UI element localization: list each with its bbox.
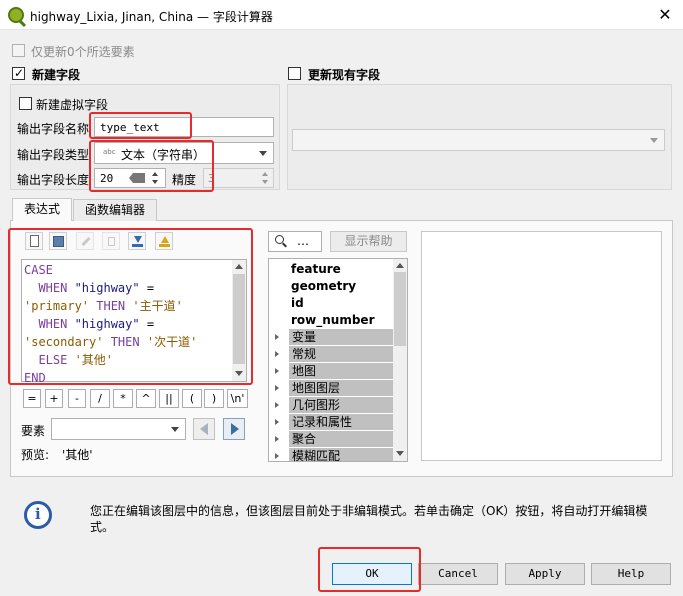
field-name-label: 输出字段名称 — [17, 122, 90, 136]
next-feature-button[interactable] — [223, 418, 245, 440]
function-search-input[interactable]: … — [268, 231, 322, 252]
virtual-field-label: 新建虚拟字段 — [36, 98, 109, 112]
op-close-paren-button[interactable]: ) — [204, 389, 224, 408]
highlight-ok — [318, 547, 421, 592]
update-existing-label: 更新现有字段 — [308, 68, 381, 82]
show-help-button: 显示帮助 — [330, 231, 407, 252]
op-minus-button[interactable]: - — [68, 389, 86, 408]
create-field-checkbox[interactable] — [12, 67, 25, 80]
op-divide-button[interactable]: / — [90, 389, 110, 408]
tree-group-item[interactable]: 地图 — [269, 363, 393, 380]
function-tree[interactable]: feature geometry id row_number 变量 常规 地图 地图图层 几何图… — [268, 258, 408, 462]
chevron-right-icon — [275, 402, 279, 408]
tree-group-label: 模糊匹配 — [289, 448, 393, 461]
apply-button[interactable]: Apply — [505, 563, 585, 585]
highlight-expression — [8, 228, 253, 385]
tree-group-label: 地图图层 — [289, 380, 393, 396]
tree-group-label: 变量 — [289, 329, 393, 345]
tree-group-item[interactable]: 聚合 — [269, 431, 393, 448]
cancel-button[interactable]: Cancel — [418, 563, 498, 585]
close-button[interactable]: ✕ — [648, 3, 682, 27]
spin-down-icon — [262, 180, 268, 184]
function-list[interactable]: feature geometry id row_number 变量 常规 地图 地图图层 几何图… — [269, 259, 393, 461]
chevron-down-icon — [171, 427, 179, 432]
preview-value: '其他' — [62, 448, 93, 462]
chevron-right-icon — [275, 368, 279, 374]
field-type-label: 输出字段类型 — [17, 148, 90, 162]
chevron-right-icon — [275, 419, 279, 425]
tree-field-item[interactable]: id — [269, 295, 393, 312]
chevron-right-icon — [275, 385, 279, 391]
op-multiply-button[interactable]: * — [113, 389, 133, 408]
tree-group-item[interactable]: 变量 — [269, 329, 393, 346]
op-concat-button[interactable]: || — [159, 389, 179, 408]
help-panel — [421, 231, 662, 461]
chevron-right-icon — [275, 334, 279, 340]
spin-up-icon — [262, 172, 268, 176]
op-power-button[interactable]: ^ — [136, 389, 156, 408]
tab-expression[interactable]: 表达式 — [12, 198, 72, 221]
chevron-down-icon — [650, 138, 658, 143]
existing-field-select[interactable] — [292, 129, 665, 151]
qgis-logo-icon — [8, 7, 24, 23]
virtual-field-checkbox[interactable] — [19, 97, 32, 110]
op-newline-button[interactable]: \n' — [227, 389, 248, 408]
chevron-right-icon — [275, 453, 279, 459]
tree-group-label: 地图 — [289, 363, 393, 379]
help-button[interactable]: Help — [591, 563, 671, 585]
tree-group-item[interactable]: 几何图形 — [269, 397, 393, 414]
info-message: 您正在编辑该图层中的信息，但该图层目前处于非编辑模式。若单击确定（OK）按钮，将… — [90, 504, 648, 534]
window-title: highway_Lixia, Jinan, China — 字段计算器 — [30, 10, 273, 24]
update-existing-checkbox[interactable] — [288, 67, 301, 80]
feature-label: 要素 — [21, 424, 46, 438]
highlight-field-name — [89, 112, 192, 139]
highlight-field-type — [89, 140, 214, 192]
tree-group-label: 几何图形 — [289, 397, 393, 413]
tree-group-item[interactable]: 常规 — [269, 346, 393, 363]
tree-field-item[interactable]: feature — [269, 261, 393, 278]
op-equals-button[interactable]: = — [23, 389, 41, 408]
previous-feature-button[interactable] — [193, 418, 215, 440]
op-open-paren-button[interactable]: ( — [182, 389, 202, 408]
tree-group-item[interactable]: 地图图层 — [269, 380, 393, 397]
preview-label: 预览: — [21, 448, 50, 462]
feature-select[interactable] — [51, 418, 186, 440]
chevron-right-icon — [275, 351, 279, 357]
update-selected-label: 仅更新0个所选要素 — [31, 45, 135, 59]
tree-scrollbar[interactable] — [393, 259, 407, 461]
tree-group-label: 常规 — [289, 346, 393, 362]
tree-group-label: 记录和属性 — [289, 414, 393, 430]
field-length-label: 输出字段长度 — [17, 173, 90, 187]
chevron-down-icon — [259, 151, 267, 156]
update-selected-checkbox[interactable] — [12, 44, 25, 57]
op-plus-button[interactable]: + — [45, 389, 63, 408]
tree-group-item[interactable]: 模糊匹配 — [269, 448, 393, 461]
tree-group-item[interactable]: 记录和属性 — [269, 414, 393, 431]
info-icon: i — [24, 501, 52, 529]
tab-function-editor[interactable]: 函数编辑器 — [73, 199, 157, 221]
tree-field-item[interactable]: geometry — [269, 278, 393, 295]
search-icon-handle — [282, 242, 287, 248]
tree-group-label: 聚合 — [289, 431, 393, 447]
chevron-right-icon — [275, 436, 279, 442]
create-field-label: 新建字段 — [32, 68, 81, 82]
search-options[interactable]: … — [297, 234, 309, 248]
tree-field-item[interactable]: row_number — [269, 312, 393, 329]
